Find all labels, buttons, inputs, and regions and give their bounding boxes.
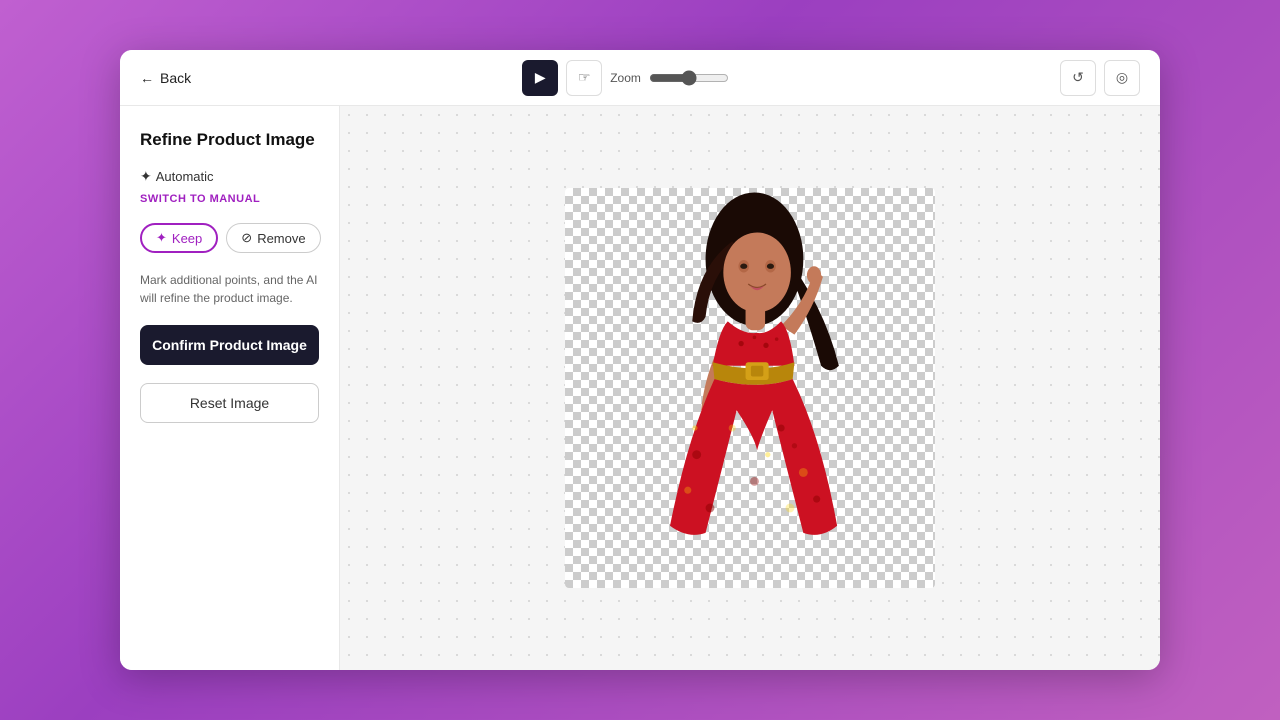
- app-window: ← Back ▶ ☞ Zoom ↺ ◎ Refi: [120, 50, 1160, 670]
- zoom-label: Zoom: [610, 71, 641, 85]
- mode-row: ✦ Automatic SWITCH TO MANUAL: [140, 168, 319, 205]
- finger-tool-button[interactable]: ☞: [566, 60, 602, 96]
- body-area: Refine Product Image ✦ Automatic SWITCH …: [120, 106, 1160, 670]
- target-icon: ◎: [1116, 69, 1128, 86]
- keep-button[interactable]: ✦ Keep: [140, 223, 218, 253]
- checkerboard-canvas: [565, 188, 935, 588]
- zoom-section: Zoom: [610, 70, 729, 86]
- mode-label: ✦ Automatic: [140, 168, 214, 185]
- keep-icon: ✦: [156, 230, 167, 246]
- toolbar-center: ▶ ☞ Zoom: [522, 60, 729, 96]
- hint-text: Mark additional points, and the AI will …: [140, 271, 319, 307]
- back-button[interactable]: ← Back: [140, 70, 191, 86]
- left-panel: Refine Product Image ✦ Automatic SWITCH …: [120, 106, 340, 670]
- product-image: [565, 188, 935, 588]
- reset-image-button[interactable]: Reset Image: [140, 383, 319, 423]
- rotate-button[interactable]: ↺: [1060, 60, 1096, 96]
- automatic-icon: ✦: [140, 168, 152, 185]
- canvas-area[interactable]: [340, 106, 1160, 670]
- toolbar-right: ↺ ◎: [1060, 60, 1140, 96]
- back-arrow-icon: ←: [140, 70, 154, 86]
- remove-label: Remove: [257, 231, 305, 246]
- panel-title: Refine Product Image: [140, 130, 319, 150]
- toolbar: ← Back ▶ ☞ Zoom ↺ ◎: [120, 50, 1160, 106]
- remove-button[interactable]: ⊘ Remove: [226, 223, 320, 253]
- confirm-product-image-button[interactable]: Confirm Product Image: [140, 325, 319, 365]
- back-label: Back: [160, 70, 191, 86]
- finger-icon: ☞: [578, 69, 591, 86]
- remove-icon: ⊘: [241, 230, 252, 246]
- cursor-icon: ▶: [535, 69, 546, 86]
- switch-manual-button[interactable]: SWITCH TO MANUAL: [140, 193, 260, 205]
- rotate-icon: ↺: [1072, 69, 1084, 86]
- cursor-tool-button[interactable]: ▶: [522, 60, 558, 96]
- keep-remove-row: ✦ Keep ⊘ Remove: [140, 223, 319, 253]
- keep-label: Keep: [172, 231, 202, 246]
- mode-text: Automatic: [156, 169, 214, 184]
- zoom-slider[interactable]: [649, 70, 729, 86]
- target-button[interactable]: ◎: [1104, 60, 1140, 96]
